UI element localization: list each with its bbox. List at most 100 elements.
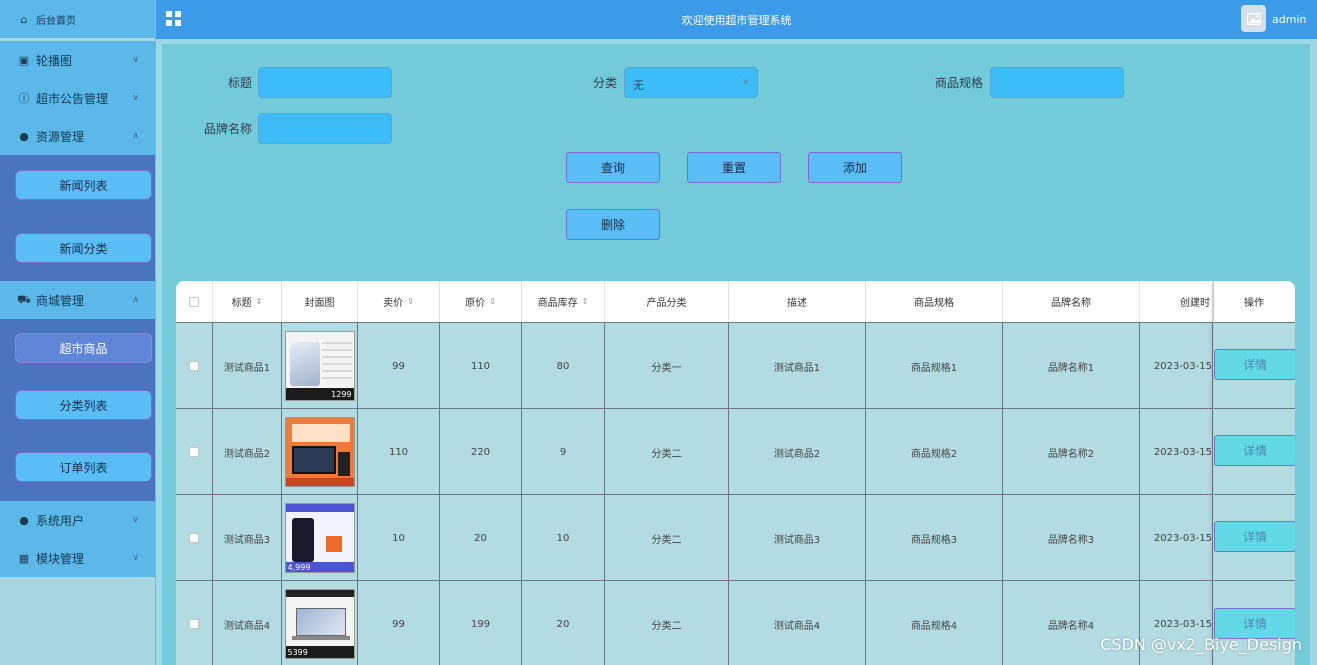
category-label: 分类 xyxy=(592,76,617,90)
chevron-up-icon: ∧ xyxy=(132,131,139,141)
cell-category: 分类二 xyxy=(605,409,729,495)
cell-desc: 测试商品1 xyxy=(729,323,866,409)
sidebar-subitem-order-list[interactable]: 订单列表 xyxy=(15,452,152,482)
sidebar-subitem-products[interactable]: 超市商品 xyxy=(15,333,152,363)
table-row: 测试商品2 110 220 9 分类二 测试商品2 商品规格2 品牌名称2 20… xyxy=(176,408,1295,495)
cover-image: 4,999 xyxy=(284,503,355,573)
cell-cover: 1299 xyxy=(282,323,358,409)
cell-price: 99 xyxy=(358,581,440,665)
row-select-cell xyxy=(176,323,213,409)
cell-spec: 商品规格3 xyxy=(866,495,1003,581)
row-checkbox[interactable] xyxy=(189,533,199,543)
add-button[interactable]: 添加 xyxy=(808,152,902,183)
cell-created: 2023-03-15 xyxy=(1140,409,1213,495)
chevron-down-icon: ∨ xyxy=(132,515,139,525)
column-header-desc: 描述 xyxy=(729,281,866,322)
select-all-checkbox[interactable] xyxy=(189,296,199,307)
column-header-created: 创建时 xyxy=(1140,281,1213,322)
cell-spec: 商品规格1 xyxy=(866,323,1003,409)
avatar[interactable] xyxy=(1241,5,1266,32)
top-header: 欢迎使用超市管理系统 admin xyxy=(156,0,1317,39)
chevron-down-icon: ∨ xyxy=(132,553,139,563)
row-checkbox[interactable] xyxy=(189,619,199,629)
cell-spec: 商品规格4 xyxy=(866,581,1003,665)
table-row: 测试商品1 1299 99 110 80 分类一 测试商品1 商品规格1 品牌名… xyxy=(176,322,1295,409)
row-select-cell xyxy=(176,409,213,495)
row-checkbox[interactable] xyxy=(189,447,199,457)
column-header-brand: 品牌名称 xyxy=(1003,281,1140,322)
sidebar-item-notice[interactable]: ⓘ 超市公告管理 ∨ xyxy=(0,79,155,117)
sidebar-item-label: 商城管理 xyxy=(36,293,85,308)
spec-input[interactable] xyxy=(990,67,1124,98)
cell-created: 2023-03-15 xyxy=(1140,495,1213,581)
cell-stock: 80 xyxy=(522,323,605,409)
sidebar-subitem-news-list[interactable]: 新闻列表 xyxy=(15,170,152,200)
category-selected-value: 无 xyxy=(633,79,644,92)
column-header-stock[interactable]: 商品库存 ⇕ xyxy=(522,281,605,322)
detail-button[interactable]: 详情 xyxy=(1214,349,1295,380)
column-label: 创建时 xyxy=(1180,298,1210,309)
cell-stock: 10 xyxy=(522,495,605,581)
sidebar-item-home[interactable]: ⌂ 后台首页 xyxy=(0,0,155,38)
resource-submenu: 新闻列表 新闻分类 xyxy=(0,155,155,281)
chevron-down-icon: ∨ xyxy=(132,55,139,65)
chevron-down-icon: ∨ xyxy=(742,77,749,87)
cell-price: 110 xyxy=(358,409,440,495)
sort-icon: ⇕ xyxy=(407,297,414,306)
row-select-cell xyxy=(176,495,213,581)
column-header-spec: 商品规格 xyxy=(866,281,1003,322)
cover-price-text: 1299 xyxy=(331,390,352,399)
column-header-title[interactable]: 标题 ⇕ xyxy=(213,281,282,322)
sort-icon: ⇕ xyxy=(255,297,263,306)
query-button[interactable]: 查询 xyxy=(566,152,660,183)
sidebar-item-mall[interactable]: ⛟ 商城管理 ∧ xyxy=(0,281,155,319)
cell-price: 99 xyxy=(358,323,440,409)
username[interactable]: admin xyxy=(1272,13,1306,26)
cell-desc: 测试商品3 xyxy=(729,495,866,581)
sidebar-item-resource[interactable]: ● 资源管理 ∧ xyxy=(0,117,155,155)
column-label: 封面图 xyxy=(304,298,335,309)
column-label: 原价 xyxy=(465,298,486,309)
user-icon: ● xyxy=(19,513,29,527)
column-header-price[interactable]: 卖价 ⇕ xyxy=(358,281,440,322)
cell-original: 199 xyxy=(440,581,522,665)
cover-price-text: 4,999 xyxy=(287,563,311,572)
info-icon: ⓘ xyxy=(18,92,30,105)
sidebar-subitem-category-list[interactable]: 分类列表 xyxy=(15,390,152,420)
cell-spec: 商品规格2 xyxy=(866,409,1003,495)
category-select[interactable]: 无 ∨ xyxy=(624,67,758,98)
cover-image: 5399 xyxy=(284,589,355,659)
sidebar-item-label: 资源管理 xyxy=(36,129,85,144)
sort-icon: ⇕ xyxy=(581,297,589,306)
reset-button[interactable]: 重置 xyxy=(687,152,781,183)
sidebar-item-label: 后台首页 xyxy=(36,15,76,27)
column-label: 描述 xyxy=(787,298,807,309)
column-header-cover: 封面图 xyxy=(282,281,358,322)
column-label: 卖价 xyxy=(383,298,404,309)
brand-input[interactable] xyxy=(258,113,392,144)
detail-button[interactable]: 详情 xyxy=(1214,435,1295,466)
cell-brand: 品牌名称2 xyxy=(1003,409,1140,495)
cell-title: 测试商品2 xyxy=(213,409,282,495)
spec-label: 商品规格 xyxy=(934,76,983,90)
sidebar-item-carousel[interactable]: ▣ 轮播图 ∨ xyxy=(0,41,155,79)
cell-category: 分类一 xyxy=(605,323,729,409)
grid-icon: ▦ xyxy=(18,551,30,565)
sidebar-subitem-news-category[interactable]: 新闻分类 xyxy=(15,233,152,263)
row-checkbox[interactable] xyxy=(189,361,199,371)
delete-button[interactable]: 删除 xyxy=(566,209,660,240)
cell-price: 10 xyxy=(358,495,440,581)
cell-original: 110 xyxy=(440,323,522,409)
sidebar-item-label: 超市公告管理 xyxy=(36,91,109,106)
title-input[interactable] xyxy=(258,67,392,98)
sidebar-item-modules[interactable]: ▦ 模块管理 ∨ xyxy=(0,539,155,577)
column-header-original[interactable]: 原价 ⇕ xyxy=(440,281,522,322)
detail-button[interactable]: 详情 xyxy=(1214,521,1295,552)
cell-category: 分类二 xyxy=(605,581,729,665)
cell-created: 2023-03-15 xyxy=(1140,323,1213,409)
cell-title: 测试商品4 xyxy=(213,581,282,665)
main-content: 标题 分类 无 ∨ 商品规格 品牌名称 查询 重置 添加 删除 标题 ⇕ 封面图 … xyxy=(156,39,1317,665)
image-placeholder-icon xyxy=(1246,12,1261,25)
image-icon: ▣ xyxy=(18,53,30,67)
sidebar-item-users[interactable]: ● 系统用户 ∨ xyxy=(0,501,155,539)
